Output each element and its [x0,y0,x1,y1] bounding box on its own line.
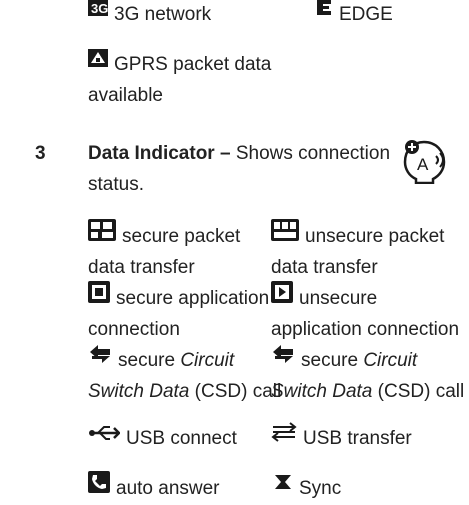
indicator-secure-packet: secure packet [88,219,241,253]
network-gprs-line1: GPRS packet data [114,54,272,75]
network-edge: EDGE [315,0,393,30]
csd-left-l1a: secure [118,350,181,371]
indicator-secure-packet-l2: data transfer [88,257,195,278]
indicator-csd-secure-right: secure Circuit [271,345,417,376]
csd-right-l1a: secure [301,350,364,371]
accessibility-badge-icon: A [402,138,446,190]
network-gprs-line2: available [88,85,163,106]
3g-icon: 3G [88,0,108,28]
section-desc: Shows connection [235,143,391,164]
indicator-usb-connect-label: USB connect [126,428,237,449]
csd-right-l2a: Switch Data [271,381,373,402]
sync-icon [271,471,293,502]
secure-packet-icon [88,219,116,251]
indicator-secure-app: secure application [88,281,270,315]
unsecure-packet-icon [271,219,299,251]
network-3g-label: 3G network [114,4,212,25]
svg-text:3G: 3G [91,1,108,16]
indicator-csd-left-line2: Switch Data (CSD) call [88,376,281,407]
csd-right-l2b: (CSD) call [372,381,465,402]
network-gprs: GPRS packet data [88,49,271,80]
csd-left-l2a: Switch Data [88,381,190,402]
indicator-unsecure-app-l2: application connection [271,319,460,340]
indicator-usb-transfer: USB transfer [271,421,412,454]
indicator-usb-connect: USB connect [88,423,237,454]
section-heading: Data Indicator – Shows connection [88,138,390,169]
indicator-csd-secure-left: secure Circuit [88,345,234,376]
indicator-unsecure-app: unsecure [271,281,378,315]
gprs-icon [88,47,108,78]
section-number: 3 [35,143,46,164]
csd-left-l1b: Circuit [180,350,235,371]
indicator-unsecure-packet: unsecure packet [271,219,445,253]
csd-icon [271,343,295,374]
indicator-sync: Sync [271,473,341,504]
edge-icon [315,0,333,28]
csd-left-l2b: (CSD) call [189,381,282,402]
indicator-unsecure-packet-l2: data transfer [271,257,378,278]
section-desc-line2: status. [88,174,144,195]
indicator-auto-answer-label: auto answer [116,478,220,500]
indicator-sync-label: Sync [299,478,342,499]
badge-letter: A [417,155,429,174]
auto-answer-icon [88,471,110,503]
network-edge-label: EDGE [339,4,393,25]
indicator-auto-answer: auto answer [88,471,220,505]
indicator-secure-app-l2: connection [88,319,180,340]
indicator-secure-packet-l1: secure packet [122,226,241,248]
secure-app-icon [88,281,110,313]
indicator-csd-right-line2: Switch Data (CSD) call [271,376,464,407]
indicator-unsecure-packet-l1: unsecure packet [305,226,445,248]
indicator-secure-app-l1: secure application [116,288,270,310]
usb-connect-icon [88,421,121,452]
csd-right-l1b: Circuit [363,350,418,371]
usb-transfer-icon [271,421,297,452]
network-3g: 3G 3G network [88,0,211,30]
section-title: Data Indicator – [88,143,231,164]
indicator-usb-transfer-label: USB transfer [303,428,412,449]
csd-icon [88,343,112,374]
indicator-unsecure-app-l1: unsecure [299,288,378,310]
unsecure-app-icon [271,281,293,313]
